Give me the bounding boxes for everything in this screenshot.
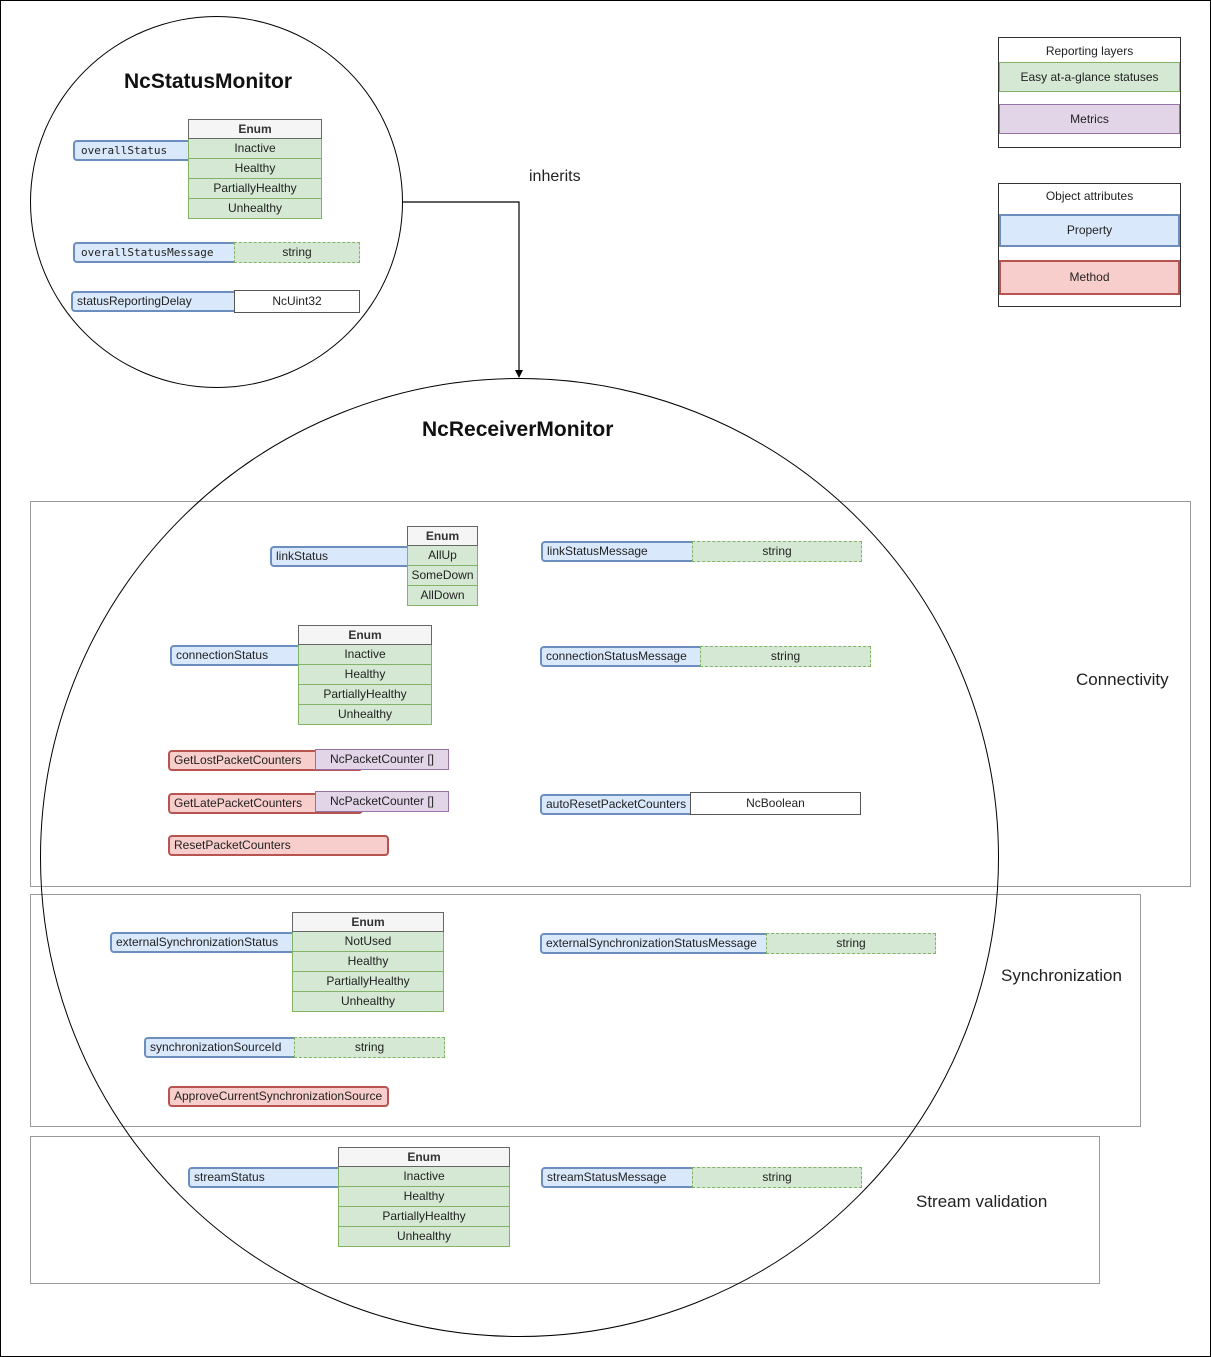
type-nc-packet-counter-array: NcPacketCounter [] xyxy=(315,791,449,812)
property-external-synchronization-status-message[interactable]: externalSynchronizationStatusMessage xyxy=(540,933,771,954)
enum-value: Unhealthy xyxy=(338,1227,510,1247)
legend-title: Object attributes xyxy=(1045,189,1134,203)
enum-value: PartiallyHealthy xyxy=(292,972,444,992)
type-string: string xyxy=(700,646,871,667)
enum-value: Healthy xyxy=(188,159,322,179)
enum-value: NotUsed xyxy=(292,932,444,952)
property-link-status-message[interactable]: linkStatusMessage xyxy=(541,541,697,562)
property-overall-status-message[interactable]: overallStatusMessage xyxy=(73,242,239,263)
property-synchronization-source-id[interactable]: synchronizationSourceId xyxy=(144,1037,299,1058)
enum-value: Inactive xyxy=(298,645,432,665)
enum-connection-status: Enum Inactive Healthy PartiallyHealthy U… xyxy=(298,625,432,725)
method-reset-packet-counters[interactable]: ResetPacketCounters xyxy=(168,835,389,856)
type-string: string xyxy=(294,1037,445,1058)
enum-value: Healthy xyxy=(292,952,444,972)
enum-value: Inactive xyxy=(188,139,322,159)
enum-external-synchronization-status: Enum NotUsed Healthy PartiallyHealthy Un… xyxy=(292,912,444,1012)
enum-header: Enum xyxy=(298,625,432,645)
method-approve-current-synchronization-source[interactable]: ApproveCurrentSynchronizationSource xyxy=(168,1086,389,1107)
property-stream-status-message[interactable]: streamStatusMessage xyxy=(541,1167,697,1188)
type-string: string xyxy=(766,933,936,954)
property-link-status[interactable]: linkStatus xyxy=(270,546,412,567)
section-label-synchronization: Synchronization xyxy=(1001,966,1122,985)
type-string: string xyxy=(692,1167,862,1188)
property-stream-status[interactable]: streamStatus xyxy=(188,1167,343,1188)
property-overall-status[interactable]: overallStatus xyxy=(73,140,193,161)
enum-value: PartiallyHealthy xyxy=(338,1207,510,1227)
enum-value: Healthy xyxy=(298,665,432,685)
legend-item-method: Method xyxy=(999,260,1180,295)
type-string: string xyxy=(692,541,862,562)
enum-link-status: Enum AllUp SomeDown AllDown xyxy=(407,526,478,606)
enum-header: Enum xyxy=(188,119,322,139)
property-external-synchronization-status[interactable]: externalSynchronizationStatus xyxy=(110,932,297,953)
enum-value: SomeDown xyxy=(407,566,478,586)
type-nc-packet-counter-array: NcPacketCounter [] xyxy=(315,749,449,770)
type-nc-boolean: NcBoolean xyxy=(690,792,861,815)
inherits-label: inherits xyxy=(529,168,581,185)
section-label-stream-validation: Stream validation xyxy=(916,1192,1048,1211)
enum-value: PartiallyHealthy xyxy=(188,179,322,199)
enum-value: Unhealthy xyxy=(292,992,444,1012)
property-status-reporting-delay[interactable]: statusReportingDelay xyxy=(71,291,239,312)
legend-item-property: Property xyxy=(999,214,1180,247)
type-nc-uint32: NcUint32 xyxy=(234,290,360,313)
legend-reporting-layers: Reporting layers Easy at-a-glance status… xyxy=(998,37,1181,148)
enum-value: Unhealthy xyxy=(298,705,432,725)
base-class-title: NcStatusMonitor xyxy=(124,70,292,93)
enum-value: AllDown xyxy=(407,586,478,606)
legend-item-metrics: Metrics xyxy=(999,104,1180,134)
enum-stream-status: Enum Inactive Healthy PartiallyHealthy U… xyxy=(338,1147,510,1247)
legend-object-attributes: Object attributes Property Method xyxy=(998,183,1181,307)
enum-value: AllUp xyxy=(407,546,478,566)
section-label-connectivity: Connectivity xyxy=(1076,670,1169,689)
enum-value: Unhealthy xyxy=(188,199,322,219)
enum-header: Enum xyxy=(407,526,478,546)
legend-item-status: Easy at-a-glance statuses xyxy=(999,62,1180,92)
enum-value: Healthy xyxy=(338,1187,510,1207)
enum-value: PartiallyHealthy xyxy=(298,685,432,705)
property-auto-reset-packet-counters[interactable]: autoResetPacketCounters xyxy=(540,794,695,815)
type-string: string xyxy=(234,242,360,263)
enum-header: Enum xyxy=(292,912,444,932)
property-connection-status-message[interactable]: connectionStatusMessage xyxy=(540,646,705,667)
enum-overall-status: Enum Inactive Healthy PartiallyHealthy U… xyxy=(188,119,322,219)
derived-class-circle xyxy=(40,378,999,1337)
property-connection-status[interactable]: connectionStatus xyxy=(170,645,303,666)
legend-title: Reporting layers xyxy=(1045,44,1134,58)
enum-value: Inactive xyxy=(338,1167,510,1187)
enum-header: Enum xyxy=(338,1147,510,1167)
derived-class-title: NcReceiverMonitor xyxy=(422,418,614,441)
